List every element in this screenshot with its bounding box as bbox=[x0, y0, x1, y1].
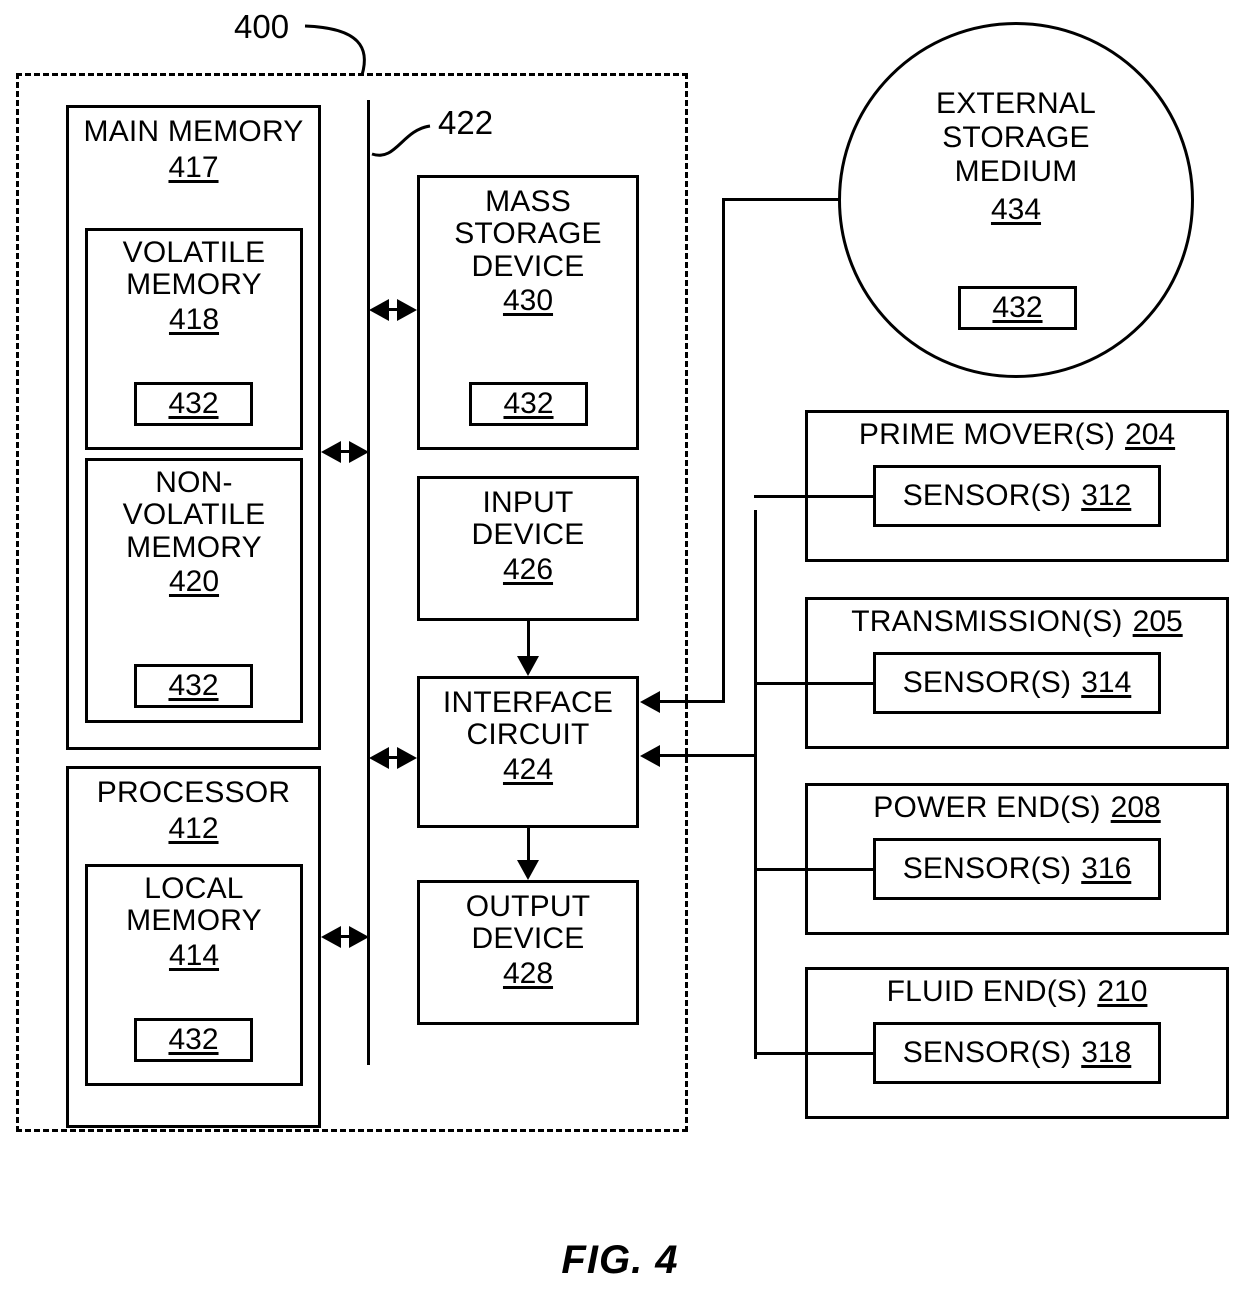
mass-storage-ref: 430 bbox=[502, 284, 554, 318]
external-storage-to-interface-arrowhead bbox=[640, 691, 660, 713]
callout-400: 400 bbox=[234, 8, 290, 45]
component-label: POWER END(S) bbox=[873, 791, 1101, 824]
mass-storage-instructions-box: 432 bbox=[469, 382, 588, 426]
external-storage-ref: 434 bbox=[990, 193, 1042, 226]
input-device-block: INPUT DEVICE 426 bbox=[417, 476, 639, 621]
bus-to-mass-storage-arrow-right bbox=[397, 299, 417, 321]
sensor-link-line bbox=[754, 495, 873, 498]
input-to-interface-arrowhead bbox=[517, 656, 539, 676]
nonvolatile-memory-instructions-ref: 432 bbox=[168, 669, 219, 702]
component-label: FLUID END(S) bbox=[886, 975, 1088, 1008]
component-ref: 204 bbox=[1125, 418, 1176, 451]
volatile-memory-instructions-ref: 432 bbox=[168, 387, 219, 420]
mass-storage-instructions-ref: 432 bbox=[503, 387, 554, 420]
bus-to-interface-circuit-arrow-left bbox=[369, 747, 389, 769]
sensor-label: SENSOR(S) bbox=[902, 851, 1072, 885]
local-memory-instructions-box: 432 bbox=[134, 1018, 253, 1062]
input-to-interface-line bbox=[527, 621, 530, 659]
interface-to-output-line bbox=[527, 828, 530, 861]
nonvolatile-memory-label: NON- VOLATILE MEMORY bbox=[122, 466, 266, 564]
main-memory-label: MAIN MEMORY bbox=[83, 115, 304, 148]
external-storage-instructions-ref: 432 bbox=[992, 291, 1043, 324]
component-label: TRANSMISSION(S) bbox=[851, 605, 1123, 638]
local-memory-label: LOCAL MEMORY bbox=[126, 872, 262, 938]
patent-figure-4: 400 422 MAIN MEMORY 417 VOLATILE MEMORY … bbox=[0, 0, 1240, 1308]
sensor-label: SENSOR(S) bbox=[902, 665, 1072, 699]
callout-422: 422 bbox=[438, 104, 494, 141]
nonvolatile-memory-instructions-box: 432 bbox=[134, 664, 253, 708]
figure-caption: FIG. 4 bbox=[561, 1238, 679, 1282]
main-memory-to-bus-arrow-right bbox=[349, 441, 369, 463]
volatile-memory-label: VOLATILE MEMORY bbox=[122, 236, 266, 302]
sensor-label: SENSOR(S) bbox=[902, 478, 1072, 512]
sensor-link-line bbox=[754, 1052, 873, 1055]
bus-to-interface-circuit-arrow-right bbox=[397, 747, 417, 769]
mass-storage-label: MASS STORAGE DEVICE bbox=[454, 185, 602, 283]
sensor-link-line bbox=[754, 868, 873, 871]
external-storage-to-interface-line bbox=[660, 700, 724, 703]
external-storage-horizontal-line bbox=[722, 198, 840, 201]
sensor-ref: 318 bbox=[1081, 1035, 1132, 1069]
leader-line-400 bbox=[304, 24, 366, 76]
interface-circuit-label: INTERFACE CIRCUIT bbox=[442, 686, 614, 752]
sensor-link-line bbox=[754, 682, 873, 685]
component-ref: 210 bbox=[1097, 975, 1148, 1008]
interface-to-output-arrowhead bbox=[517, 860, 539, 880]
nonvolatile-memory-ref: 420 bbox=[168, 565, 220, 599]
main-memory-ref: 417 bbox=[168, 151, 219, 185]
external-storage-instructions-box: 432 bbox=[958, 286, 1077, 330]
interface-circuit-block: INTERFACE CIRCUIT 424 bbox=[417, 676, 639, 828]
sensor-bus-vertical-line bbox=[754, 510, 757, 1059]
sensor-bus-to-interface-arrowhead bbox=[640, 745, 660, 767]
component-label: PRIME MOVER(S) bbox=[858, 418, 1116, 451]
sensor-block: SENSOR(S) 312 bbox=[873, 465, 1161, 527]
bus-line-422 bbox=[367, 100, 370, 1065]
local-memory-ref: 414 bbox=[168, 938, 220, 972]
sensor-label: SENSOR(S) bbox=[902, 1035, 1072, 1069]
sensor-ref: 314 bbox=[1081, 665, 1132, 699]
input-device-label: INPUT DEVICE bbox=[471, 486, 585, 552]
bus-to-mass-storage-arrow-left bbox=[369, 299, 389, 321]
processor-to-bus-arrow-right bbox=[349, 926, 369, 948]
output-device-block: OUTPUT DEVICE 428 bbox=[417, 880, 639, 1025]
component-ref: 205 bbox=[1132, 605, 1183, 638]
processor-label: PROCESSOR bbox=[96, 776, 291, 809]
processor-to-bus-arrow-left bbox=[321, 926, 341, 948]
processor-ref: 412 bbox=[168, 812, 219, 846]
output-device-label: OUTPUT DEVICE bbox=[465, 890, 591, 956]
sensor-ref: 316 bbox=[1081, 851, 1132, 885]
external-storage-label: EXTERNAL STORAGE MEDIUM bbox=[936, 87, 1096, 188]
input-device-ref: 426 bbox=[502, 552, 554, 586]
sensor-block: SENSOR(S) 318 bbox=[873, 1022, 1161, 1084]
sensor-block: SENSOR(S) 314 bbox=[873, 652, 1161, 714]
sensor-ref: 312 bbox=[1081, 478, 1132, 512]
main-memory-to-bus-arrow-left bbox=[321, 441, 341, 463]
external-storage-vertical-line bbox=[722, 198, 725, 703]
component-ref: 208 bbox=[1110, 791, 1161, 824]
volatile-memory-ref: 418 bbox=[168, 302, 220, 336]
volatile-memory-instructions-box: 432 bbox=[134, 382, 253, 426]
local-memory-instructions-ref: 432 bbox=[168, 1023, 219, 1056]
interface-circuit-ref: 424 bbox=[502, 752, 554, 786]
sensor-block: SENSOR(S) 316 bbox=[873, 838, 1161, 900]
sensor-bus-to-interface-line bbox=[660, 754, 757, 757]
output-device-ref: 428 bbox=[502, 956, 554, 990]
